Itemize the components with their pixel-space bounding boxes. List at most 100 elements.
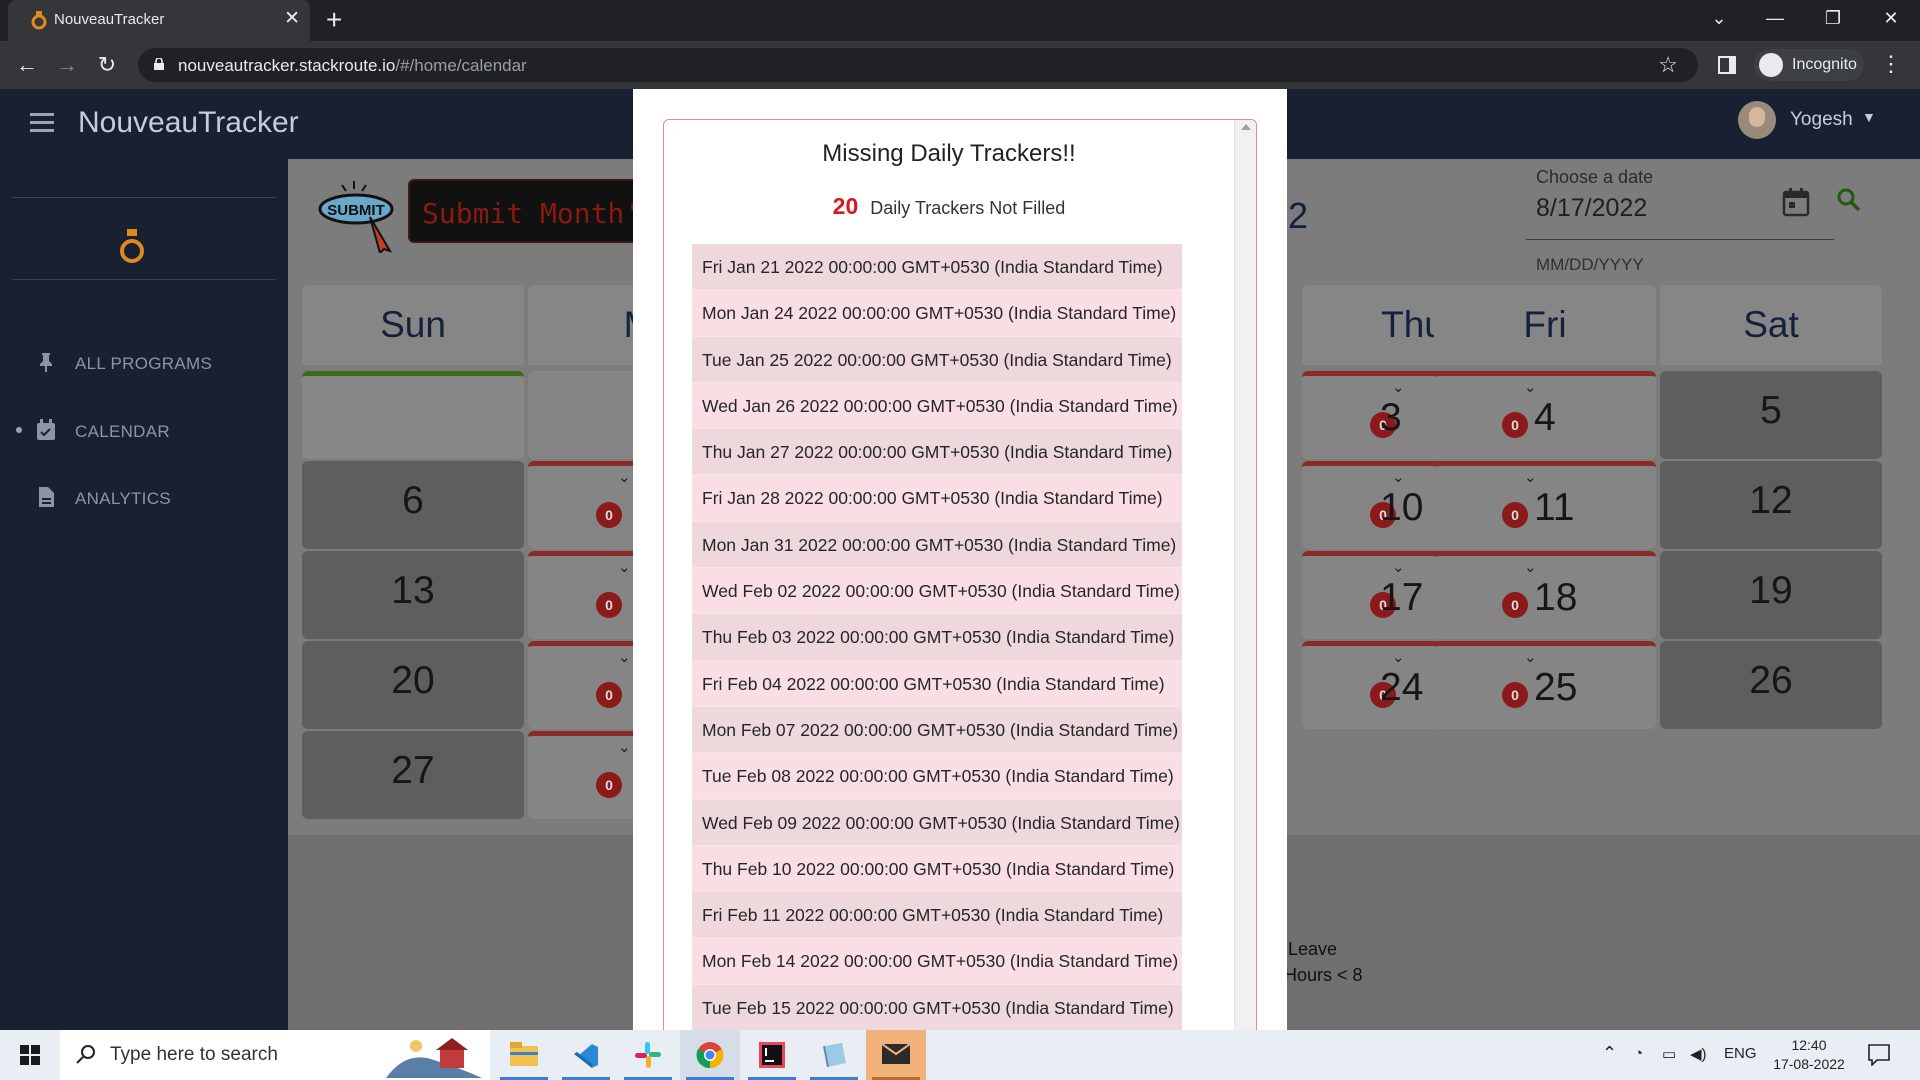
restore-button[interactable]: ❐ — [1818, 6, 1848, 30]
missing-date-row: Fri Feb 11 2022 00:00:00 GMT+0530 (India… — [692, 892, 1182, 939]
calendar-day-cell[interactable]: 6 — [302, 461, 524, 549]
minimize-button[interactable]: — — [1760, 6, 1790, 30]
windows-start-icon[interactable] — [20, 1045, 40, 1065]
submit-month-icon[interactable]: SUBMIT — [318, 177, 398, 253]
missing-date-row: Fri Feb 04 2022 00:00:00 GMT+0530 (India… — [692, 660, 1182, 707]
back-icon[interactable]: ← — [12, 50, 42, 80]
incognito-indicator[interactable]: Incognito — [1754, 49, 1864, 81]
dialog-card: Missing Daily Trackers!! 20 Daily Tracker… — [663, 119, 1257, 1049]
browser-tabstrip: NouveauTracker ✕ + ⌄ — ❐ ✕ — [0, 0, 1920, 41]
hamburger-menu-icon[interactable] — [30, 113, 54, 133]
browser-menu-icon[interactable]: ⋮ — [1880, 51, 1902, 77]
calendar-day-cell[interactable]: 12 — [1660, 461, 1882, 549]
close-window-button[interactable]: ✕ — [1876, 6, 1906, 30]
missing-date-row: Thu Feb 03 2022 00:00:00 GMT+0530 (India… — [692, 614, 1182, 661]
bookmark-star-icon[interactable]: ☆ — [1658, 52, 1678, 78]
tray-overflow-icon[interactable]: ⌃ — [1602, 1043, 1617, 1064]
calendar-day-cell[interactable]: ⌄ 0 25 — [1434, 641, 1656, 729]
scroll-up-arrow[interactable] — [1241, 124, 1251, 130]
date-format-hint: MM/DD/YYYY — [1536, 255, 1644, 274]
tab-title: NouveauTracker — [54, 11, 165, 28]
battery-icon[interactable]: ▭ — [1662, 1045, 1676, 1063]
side-panel-icon[interactable] — [1718, 56, 1736, 74]
chevron-down-icon[interactable]: ⌄ — [1392, 648, 1405, 666]
chevron-down-icon[interactable]: ⌄ — [1524, 648, 1537, 666]
lock-icon — [154, 58, 164, 70]
vscode-taskbar-icon[interactable] — [556, 1030, 616, 1080]
calendar-day-cell[interactable]: 13 — [302, 551, 524, 639]
browser-tab[interactable]: NouveauTracker ✕ — [8, 0, 310, 41]
taskbar-search[interactable]: Type here to search — [60, 1030, 490, 1080]
hidden-title-fragment: 2 — [1288, 195, 1309, 236]
calendar-day-cell[interactable]: 5 — [1660, 371, 1882, 459]
calendar-day-cell[interactable]: ⌄ 0 4 — [1434, 371, 1656, 459]
new-tab-button[interactable]: + — [326, 5, 342, 35]
day-number: 24 — [1380, 666, 1424, 709]
day-number: 26 — [1749, 659, 1793, 702]
calendar-day-cell[interactable]: 27 — [302, 731, 524, 819]
taskbar-search-input[interactable]: Type here to search — [110, 1044, 278, 1066]
file-explorer-taskbar-icon[interactable] — [494, 1030, 554, 1080]
document-icon — [39, 487, 54, 507]
notifications-icon[interactable] — [1868, 1044, 1890, 1066]
missing-date-row: Tue Jan 25 2022 00:00:00 GMT+0530 (India… — [692, 336, 1182, 383]
volume-icon[interactable]: ◀) — [1690, 1045, 1707, 1063]
missing-date-row: Fri Jan 21 2022 00:00:00 GMT+0530 (India… — [692, 244, 1182, 291]
missing-count-badge: 0 — [596, 592, 622, 618]
calendar-day-cell[interactable] — [302, 371, 524, 459]
sidebar-item-all-programs[interactable]: ALL PROGRAMS — [14, 343, 274, 383]
day-number: 19 — [1749, 569, 1793, 612]
chevron-down-icon[interactable]: ⌄ — [618, 648, 631, 666]
chevron-down-icon[interactable]: ⌄ — [1392, 468, 1405, 486]
chevron-down-icon[interactable]: ⌄ — [618, 558, 631, 576]
tab-close-icon[interactable]: ✕ — [284, 8, 300, 30]
chevron-down-icon[interactable]: ⌄ — [1524, 468, 1537, 486]
date-picker-label: Choose a date — [1536, 167, 1654, 187]
windows-taskbar: Type here to search ⌃ ◔ ▭ ◀) ENG 12:40 1… — [0, 1030, 1920, 1080]
sidebar-item-analytics[interactable]: ANALYTICS — [14, 478, 274, 518]
calendar-day-cell[interactable]: ⌄ 0 11 — [1434, 461, 1656, 549]
avatar — [1738, 101, 1776, 139]
calendar-icon[interactable] — [1782, 187, 1810, 217]
day-number: 3 — [1380, 396, 1402, 439]
system-clock[interactable]: 12:40 17-08-2022 — [1764, 1036, 1854, 1074]
missing-date-row: Wed Jan 26 2022 00:00:00 GMT+0530 (India… — [692, 382, 1182, 430]
dialog-title: Missing Daily Trackers!! — [822, 140, 1076, 167]
missing-count-badge: 0 — [1502, 412, 1528, 438]
tab-search-icon[interactable]: ⌄ — [1704, 6, 1734, 30]
calendar-day-cell[interactable]: 26 — [1660, 641, 1882, 729]
language-indicator[interactable]: ENG — [1724, 1045, 1757, 1062]
mail-taskbar-icon[interactable] — [866, 1030, 926, 1080]
forward-icon[interactable]: → — [52, 50, 82, 80]
search-icon[interactable] — [1836, 187, 1862, 213]
missing-count: 20 — [832, 193, 859, 219]
sidebar-item-calendar[interactable]: CALENDAR — [14, 411, 274, 451]
chevron-down-icon[interactable]: ⌄ — [1524, 558, 1537, 576]
address-bar[interactable]: nouveautracker.stackroute.io/#/home/cale… — [138, 48, 1698, 82]
chrome-taskbar-icon[interactable] — [680, 1030, 740, 1080]
chevron-down-icon[interactable]: ⌄ — [1392, 558, 1405, 576]
clock-time: 12:40 — [1791, 1037, 1827, 1053]
date-picker[interactable]: Choose a date 8/17/2022 MM/DD/YYYY — [1526, 159, 1836, 274]
date-input[interactable]: 8/17/2022 — [1536, 194, 1647, 223]
missing-count-badge: 0 — [1502, 592, 1528, 618]
chevron-down-icon[interactable]: ⌄ — [1524, 378, 1537, 396]
notepad-taskbar-icon[interactable] — [804, 1030, 864, 1080]
chevron-down-icon[interactable]: ⌄ — [618, 468, 631, 486]
day-number: 18 — [1534, 576, 1578, 619]
missing-count-badge: 0 — [596, 682, 622, 708]
chevron-down-icon[interactable]: ⌄ — [618, 738, 631, 756]
calendar-day-cell[interactable]: 19 — [1660, 551, 1882, 639]
slack-taskbar-icon[interactable] — [618, 1030, 678, 1080]
reload-icon[interactable]: ↻ — [92, 50, 122, 80]
calendar-day-cell[interactable]: ⌄ 0 18 — [1434, 551, 1656, 639]
calendar-day-cell[interactable]: 20 — [302, 641, 524, 729]
network-icon[interactable]: ◔ — [1634, 1045, 1643, 1062]
missing-date-row: Mon Jan 31 2022 00:00:00 GMT+0530 (India… — [692, 521, 1182, 569]
missing-dates-list[interactable]: Fri Jan 21 2022 00:00:00 GMT+0530 (India… — [692, 244, 1182, 1032]
dialog-scrollbar[interactable] — [1234, 120, 1256, 1048]
clock-date: 17-08-2022 — [1773, 1056, 1845, 1072]
chevron-down-icon[interactable]: ⌄ — [1392, 378, 1405, 396]
app-logo-icon — [120, 229, 144, 263]
intellij-taskbar-icon[interactable] — [742, 1030, 802, 1080]
